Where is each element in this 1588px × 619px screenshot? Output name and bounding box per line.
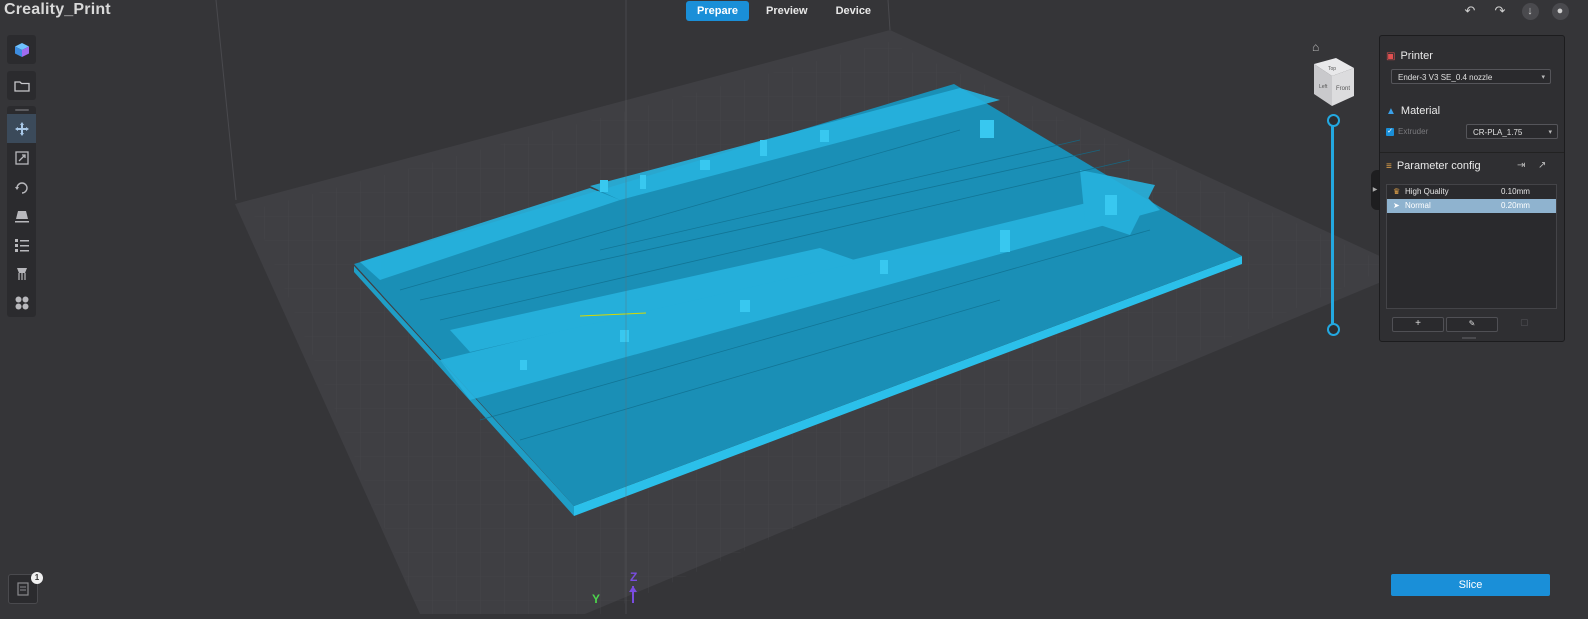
layer-slider-top-handle[interactable] bbox=[1327, 114, 1340, 127]
redo-icon[interactable]: ↷ bbox=[1488, 0, 1512, 22]
svg-text:Front: Front bbox=[1336, 86, 1350, 92]
slice-button[interactable]: Slice bbox=[1391, 574, 1550, 596]
rotate-icon[interactable] bbox=[7, 172, 36, 201]
document-icon bbox=[17, 582, 29, 596]
extruder-label: Extruder bbox=[1398, 127, 1429, 136]
delete-profile-icon[interactable]: ▢ bbox=[1520, 317, 1529, 328]
tab-preview[interactable]: Preview bbox=[755, 1, 819, 21]
nav-cube[interactable]: Top Left Front bbox=[1310, 56, 1356, 113]
axis-y-label: Y bbox=[592, 592, 601, 606]
download-icon[interactable]: ↓ bbox=[1518, 0, 1542, 22]
rocket-icon: ➤ bbox=[1393, 201, 1400, 210]
user-icon[interactable]: ● bbox=[1548, 0, 1572, 22]
svg-text:Left: Left bbox=[1319, 84, 1328, 90]
scale-icon[interactable] bbox=[7, 143, 36, 172]
parameter-icon: ≡ bbox=[1386, 160, 1392, 172]
export-icon[interactable]: ↗ bbox=[1538, 160, 1546, 171]
chevron-down-icon: ▾ bbox=[1541, 74, 1545, 81]
material-section-title: ▲ Material bbox=[1386, 105, 1441, 117]
list-item[interactable]: ➤ Normal 0.20mm bbox=[1387, 199, 1556, 213]
svg-text:Top: Top bbox=[1328, 66, 1336, 72]
layer-slider-bottom-handle[interactable] bbox=[1327, 323, 1340, 336]
printer-icon: ▣ bbox=[1386, 50, 1396, 62]
notification-badge: 1 bbox=[31, 572, 43, 584]
list-item[interactable]: ♛ High Quality 0.10mm bbox=[1387, 185, 1556, 199]
app-title: Creality_Print bbox=[4, 1, 111, 18]
edit-profile-button[interactable]: ✎ bbox=[1446, 317, 1498, 332]
move-icon[interactable] bbox=[7, 114, 36, 143]
folder-open-icon[interactable] bbox=[7, 71, 36, 100]
material-icon: ▲ bbox=[1386, 105, 1396, 117]
axis-z-label: Z bbox=[630, 570, 638, 584]
cube-icon[interactable] bbox=[7, 35, 36, 64]
top-right-toolbar: ↶ ↷ ↓ ● bbox=[1458, 0, 1572, 22]
panel-collapse-handle[interactable]: ▶ bbox=[1371, 170, 1379, 210]
add-profile-button[interactable]: + bbox=[1392, 317, 1444, 332]
mode-tabs: Prepare Preview Device bbox=[686, 1, 882, 21]
tab-device[interactable]: Device bbox=[825, 1, 882, 21]
tab-prepare[interactable]: Prepare bbox=[686, 1, 749, 21]
undo-icon[interactable]: ↶ bbox=[1458, 0, 1482, 22]
file-toolbar bbox=[7, 35, 36, 64]
chevron-down-icon: ▾ bbox=[1548, 129, 1552, 136]
open-toolbar bbox=[7, 71, 36, 100]
arrange-icon[interactable] bbox=[7, 288, 36, 317]
support-icon[interactable] bbox=[7, 259, 36, 288]
import-icon[interactable]: ⇥ bbox=[1517, 160, 1525, 171]
home-icon[interactable]: ⌂ bbox=[1312, 40, 1319, 54]
material-select[interactable]: CR-PLA_1.75 ▾ bbox=[1466, 124, 1558, 139]
edit-toolbar bbox=[7, 106, 36, 317]
layer-slider-track[interactable] bbox=[1331, 120, 1334, 329]
printer-select[interactable]: Ender-3 V3 SE_0.4 nozzle ▾ bbox=[1391, 69, 1551, 84]
crown-icon: ♛ bbox=[1393, 187, 1401, 196]
printer-section-title: ▣ Printer bbox=[1386, 50, 1433, 62]
lay-flat-icon[interactable] bbox=[7, 201, 36, 230]
parameter-section-title: ≡ Parameter config bbox=[1386, 160, 1481, 172]
list-icon[interactable] bbox=[7, 230, 36, 259]
profile-list: ♛ High Quality 0.10mm ➤ Normal 0.20mm bbox=[1386, 184, 1557, 309]
settings-panel: ▣ Printer Ender-3 V3 SE_0.4 nozzle ▾ ▲ M… bbox=[1379, 35, 1565, 342]
extruder-checkbox[interactable]: ✓ bbox=[1386, 128, 1394, 136]
